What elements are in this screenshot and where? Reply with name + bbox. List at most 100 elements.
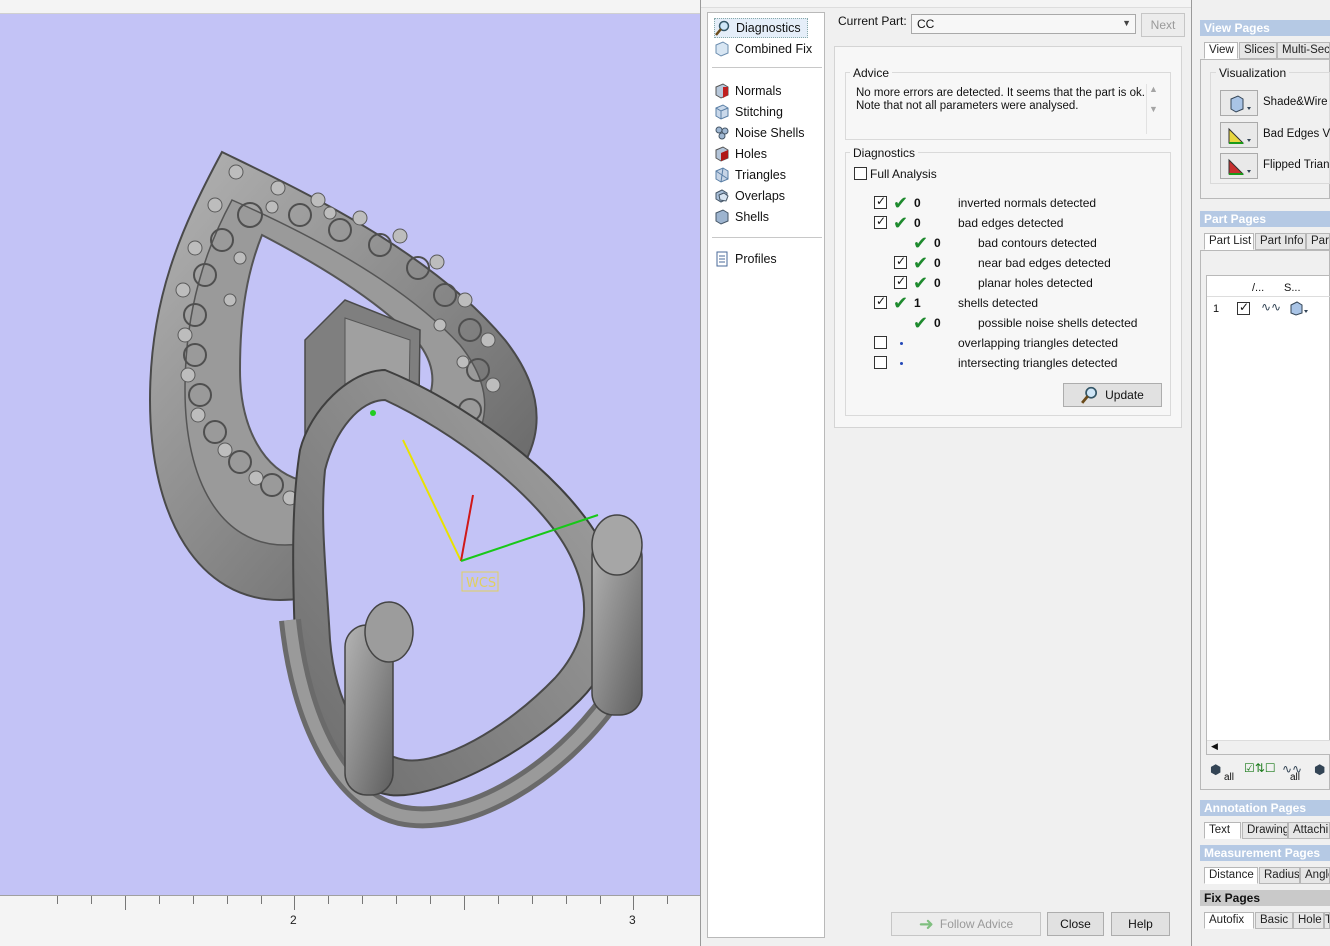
overlaps-icon [715, 189, 729, 203]
wcs-label: WCS [466, 576, 496, 591]
fix-pages-header[interactable]: Fix Pages [1200, 890, 1330, 906]
magnifier-icon [1081, 386, 1098, 404]
nav-item-stitching[interactable]: Stitching [714, 102, 783, 122]
measurement-pages-header[interactable]: Measurement Pages [1200, 845, 1330, 861]
tab-part-more[interactable]: Par [1306, 233, 1330, 250]
next-button[interactable]: Next [1141, 13, 1185, 37]
tab-part-info[interactable]: Part Info [1255, 233, 1306, 250]
nav-item-overlaps[interactable]: Overlaps [714, 186, 785, 206]
diagnostics-title: Diagnostics [850, 146, 919, 160]
overlapping-triangles-checkbox[interactable] [874, 336, 887, 349]
shells-checkbox[interactable] [874, 294, 887, 309]
nav-item-combined-fix[interactable]: Combined Fix [714, 39, 812, 59]
inverted-normals-label: inverted normals detected [958, 196, 1097, 210]
shade-wire-label: Shade&Wire [1263, 96, 1328, 108]
advice-text-line2: Note that not all parameters were analys… [856, 100, 1079, 112]
part-list-toolbar: ⬢ all ☑⇅☐ ∿∿ all ⬢ [1206, 760, 1330, 786]
inverted-normals-checkbox[interactable] [874, 194, 887, 209]
tab-part-list[interactable]: Part List [1204, 233, 1254, 250]
annotation-pages-header[interactable]: Annotation Pages [1200, 800, 1330, 816]
nav-separator [712, 237, 822, 238]
current-part-select[interactable]: CC ▼ [911, 14, 1136, 34]
wire-icon: ∿∿ [1261, 300, 1282, 314]
horizontal-ruler: 2 3 [0, 895, 703, 946]
toggle-checks-icon[interactable]: ☑⇅☐ [1244, 761, 1276, 775]
shells-count: 1 [914, 296, 921, 310]
visualization-title: Visualization [1216, 66, 1290, 80]
check-icon: ✔ [893, 293, 909, 313]
shells-label: shells detected [958, 296, 1039, 310]
normals-icon [715, 83, 729, 99]
triangles-icon [715, 167, 729, 183]
arrow-right-icon: ➜ [918, 914, 934, 934]
tab-drawing[interactable]: Drawing [1242, 822, 1288, 839]
tab-text[interactable]: Text [1204, 822, 1241, 839]
tab-angle[interactable]: Angle [1300, 867, 1330, 884]
full-analysis-checkbox[interactable] [854, 167, 867, 180]
tab-multi-section[interactable]: Multi-Secti [1277, 42, 1330, 59]
tab-attachments[interactable]: Attachi [1288, 822, 1330, 839]
nav-item-shells[interactable]: Shells [714, 207, 769, 227]
tab-view[interactable]: View [1204, 42, 1238, 59]
part-row-index: 1 [1213, 303, 1220, 315]
nav-item-normals[interactable]: Normals [714, 81, 782, 101]
tab-slices[interactable]: Slices [1239, 42, 1277, 59]
3d-viewport[interactable]: WCS 2 3 [0, 0, 703, 946]
nav-item-diagnostics[interactable]: Diagnostics [714, 18, 808, 38]
view-pages-header[interactable]: View Pages [1200, 20, 1330, 36]
tab-hole[interactable]: Hole [1293, 912, 1324, 929]
advice-scrollbar[interactable]: ▲ ▼ [1146, 84, 1160, 134]
nav-item-noise-shells[interactable]: Noise Shells [714, 123, 804, 143]
part-visible-checkbox[interactable] [1237, 300, 1250, 315]
part-list-table[interactable]: /... S... 1 ∿∿ ◀ [1206, 275, 1330, 755]
intersecting-triangles-checkbox[interactable] [874, 356, 887, 369]
tab-radius[interactable]: Radius [1259, 867, 1300, 884]
chevron-down-icon: ▼ [1122, 18, 1131, 28]
fix-wizard-nav: Diagnostics Combined Fix Normals Stitchi… [707, 12, 825, 938]
bad-edges-vis-button[interactable] [1220, 122, 1258, 148]
planar-holes-label: planar holes detected [978, 276, 1093, 290]
close-button[interactable]: Close [1047, 912, 1104, 936]
check-icon: ✔ [893, 193, 909, 213]
wire-all-label: all [1290, 772, 1301, 783]
dialog-title-fragment [701, 0, 1191, 8]
shade-all-icon[interactable]: ⬢ [1314, 762, 1325, 778]
tab-distance[interactable]: Distance [1204, 867, 1258, 884]
bad-edges-icon [1228, 127, 1251, 144]
bad-edges-vis-label: Bad Edges Vis [1263, 128, 1330, 140]
part-pages-header[interactable]: Part Pages [1200, 211, 1330, 227]
update-button[interactable]: Update [1063, 383, 1162, 407]
column-header-visible[interactable]: /... [1252, 282, 1264, 294]
tab-basic[interactable]: Basic [1255, 912, 1293, 929]
column-header-status[interactable]: S... [1284, 282, 1301, 294]
tab-more[interactable]: T [1324, 912, 1330, 929]
nav-item-profiles[interactable]: Profiles [714, 249, 777, 269]
flipped-triangles-icon [1228, 158, 1251, 175]
near-bad-edges-checkbox[interactable] [894, 254, 907, 269]
ruler-label-2: 2 [290, 913, 297, 927]
inverted-normals-count: 0 [914, 196, 921, 210]
bad-edges-checkbox[interactable] [874, 214, 887, 229]
overlapping-triangles-label: overlapping triangles detected [958, 336, 1119, 350]
right-pages-panel: View Pages View Slices Multi-Secti Visua… [1192, 0, 1330, 946]
ring-model[interactable]: WCS [0, 0, 703, 895]
check-icon: ✔ [913, 253, 929, 273]
tab-autofix[interactable]: Autofix [1204, 912, 1254, 929]
flipped-triangles-button[interactable] [1220, 153, 1258, 179]
help-button[interactable]: Help [1111, 912, 1170, 936]
shade-wire-button[interactable] [1220, 90, 1258, 116]
nav-item-holes[interactable]: Holes [714, 144, 767, 164]
follow-advice-button[interactable]: ➜ Follow Advice [891, 912, 1041, 936]
pending-dot-icon [900, 342, 903, 345]
nav-separator [712, 67, 822, 68]
nav-item-triangles[interactable]: Triangles [714, 165, 786, 185]
planar-holes-checkbox[interactable] [894, 274, 907, 289]
flipped-triangles-label: Flipped Triang [1263, 159, 1330, 171]
shells-icon [715, 209, 729, 225]
advice-text-line1: No more errors are detected. It seems th… [856, 87, 1145, 99]
stitching-icon [715, 104, 729, 120]
profiles-icon [716, 251, 728, 267]
part-list-hscroll[interactable]: ◀ [1207, 740, 1330, 754]
cube-select-icon[interactable]: ⬢ [1210, 762, 1221, 778]
check-icon: ✔ [913, 313, 929, 333]
